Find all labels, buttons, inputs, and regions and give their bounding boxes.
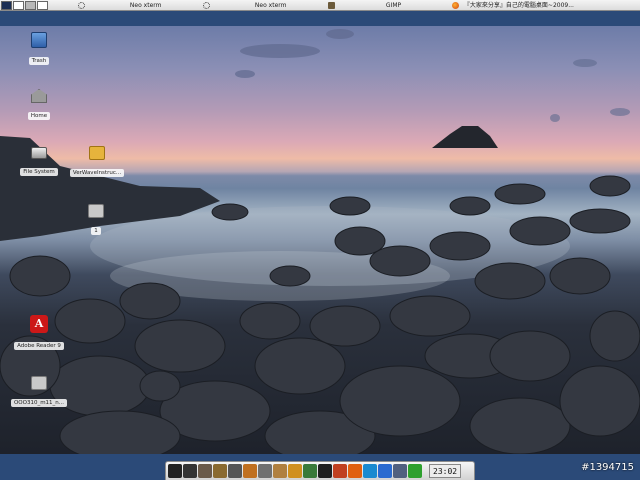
terminal-icon[interactable] bbox=[183, 464, 197, 478]
archive-icon[interactable] bbox=[273, 464, 287, 478]
bottom-panel: 23:02 #1394715 bbox=[0, 454, 640, 480]
clock[interactable]: 23:02 bbox=[429, 464, 462, 478]
trash-icon bbox=[31, 32, 47, 48]
gear-icon bbox=[203, 2, 210, 9]
bird-icon[interactable] bbox=[288, 464, 302, 478]
calculator-icon[interactable] bbox=[258, 464, 272, 478]
top-taskbar: Neo xterm Neo xterm GIMP 『大家來分享』自己的電腦桌面~… bbox=[0, 0, 640, 11]
gear-icon bbox=[78, 2, 85, 9]
desktop-icon-folder-1[interactable]: 1 bbox=[84, 204, 108, 239]
desktop-icon-file-system[interactable]: File System bbox=[16, 147, 62, 180]
home-icon bbox=[31, 89, 47, 103]
status-icon[interactable] bbox=[408, 464, 422, 478]
firefox-icon[interactable] bbox=[348, 464, 362, 478]
skype-icon[interactable] bbox=[363, 464, 377, 478]
penguin-icon[interactable] bbox=[318, 464, 332, 478]
drive-icon bbox=[31, 147, 47, 159]
desktop-icon-adobe-reader[interactable]: A Adobe Reader 9 bbox=[12, 315, 66, 354]
desktop[interactable]: Trash Home File System VerWaveInstruc...… bbox=[0, 26, 640, 454]
folder-icon bbox=[88, 204, 104, 218]
pdf-icon: A bbox=[30, 315, 48, 333]
folder-icon bbox=[89, 146, 105, 160]
workspace-2[interactable] bbox=[13, 1, 24, 10]
workspace-4[interactable] bbox=[37, 1, 48, 10]
task-gimp[interactable]: GIMP bbox=[328, 0, 448, 11]
desktop-icon-home[interactable]: Home bbox=[20, 89, 58, 124]
settings-icon[interactable] bbox=[228, 464, 242, 478]
task-neo-xterm-1[interactable]: Neo xterm bbox=[78, 0, 198, 11]
editor-icon[interactable] bbox=[243, 464, 257, 478]
firefox-icon bbox=[452, 2, 459, 9]
workspace-pager[interactable] bbox=[1, 1, 49, 10]
network-icon[interactable] bbox=[393, 464, 407, 478]
ve-icon[interactable] bbox=[303, 464, 317, 478]
folder-icon bbox=[31, 376, 47, 390]
watermark: #1394715 bbox=[581, 462, 634, 473]
photo-icon[interactable] bbox=[198, 464, 212, 478]
cat-icon[interactable] bbox=[168, 464, 182, 478]
desktop-icon-ooo-folder[interactable]: OOO310_m11_n... bbox=[10, 376, 68, 411]
task-firefox[interactable]: 『大家來分享』自己的電腦桌面~2009... bbox=[452, 0, 638, 11]
task-neo-xterm-2[interactable]: Neo xterm bbox=[203, 0, 323, 11]
chat-icon[interactable] bbox=[378, 464, 392, 478]
workspace-3[interactable] bbox=[25, 1, 36, 10]
wallpaper bbox=[0, 29, 640, 454]
user-icon[interactable] bbox=[213, 464, 227, 478]
island bbox=[432, 126, 498, 148]
desktop-icon-trash[interactable]: Trash bbox=[22, 32, 56, 69]
desktop-icon-verwave-folder[interactable]: VerWaveInstruc... bbox=[66, 146, 128, 181]
paint-icon[interactable] bbox=[333, 464, 347, 478]
dock: 23:02 bbox=[165, 461, 475, 480]
gimp-icon bbox=[328, 2, 335, 9]
workspace-1[interactable] bbox=[1, 1, 12, 10]
